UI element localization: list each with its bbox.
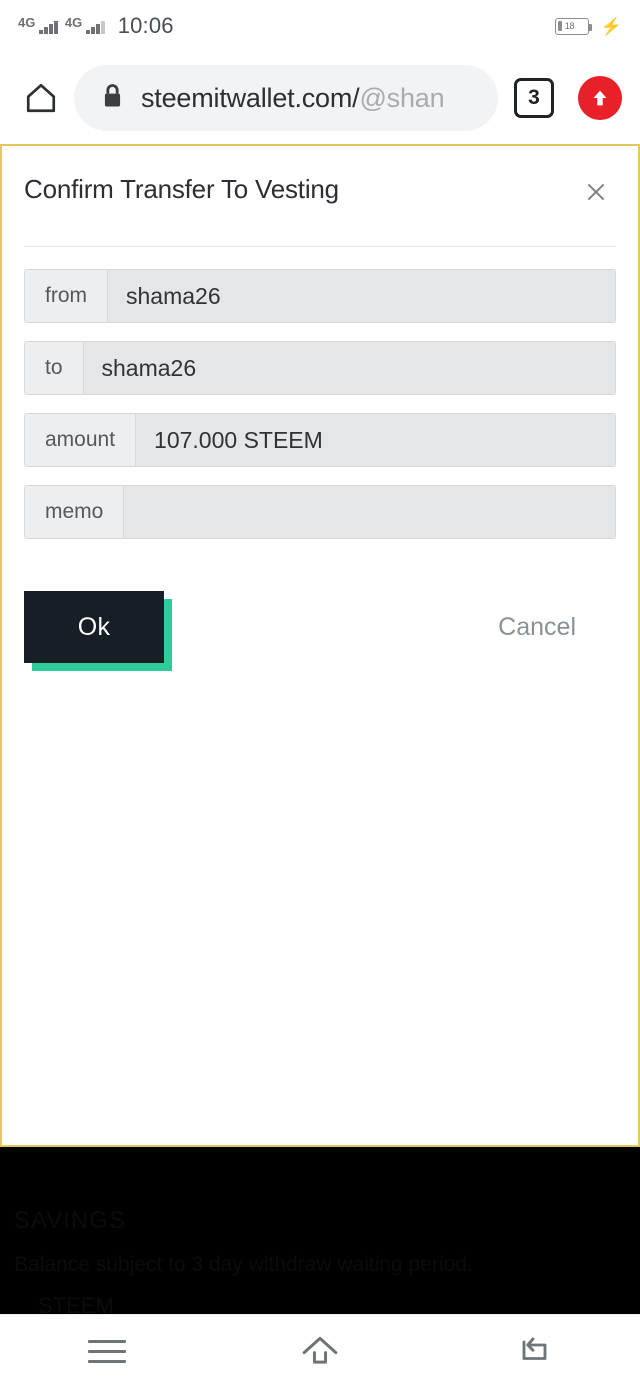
url-bar[interactable]: steemitwallet.com/@shan [74,65,498,131]
close-icon [587,183,605,201]
signal-bars-sim2 [86,19,105,34]
browser-toolbar: steemitwallet.com/@shan 3 [0,52,640,144]
upload-arrow-icon [593,90,607,106]
tab-counter-button[interactable]: 3 [514,78,554,118]
savings-item-steem: STEEM [38,1293,114,1314]
ok-button[interactable]: Ok [24,591,164,663]
dialog-actions: Ok Cancel [24,591,616,673]
android-navigation-bar [0,1314,640,1387]
field-to: to shama26 [24,341,616,395]
battery-percent-label: 18 [564,21,575,31]
battery-icon: 18 [554,17,592,35]
field-from-value[interactable]: shama26 [108,270,615,322]
field-memo-label: memo [25,486,125,538]
menu-icon [87,1339,126,1363]
signal-indicator-sim1: 4G [18,14,58,34]
field-to-value[interactable]: shama26 [83,342,615,394]
ok-button-wrapper: Ok [24,591,172,671]
url-path: @shan [359,82,445,113]
close-dialog-button[interactable] [576,172,616,212]
url-text: steemitwallet.com/@shan [141,82,445,114]
status-bar: 4G 4G 10:06 18 ⚡ [0,0,640,52]
field-from-label: from [25,270,108,322]
signal-bars-sim1 [39,19,58,34]
battery-fill [557,21,562,31]
field-to-label: to [25,342,84,394]
signal-indicator-sim2: 4G [64,14,105,34]
savings-description: Balance subject to 3 day withdraw waitin… [14,1253,473,1276]
field-amount-label: amount [25,414,137,466]
background-content: SAVINGS Balance subject to 3 day withdra… [0,1147,640,1314]
home-outline-icon [302,1336,338,1364]
back-arrow-icon [522,1337,547,1360]
browser-home-button[interactable] [18,75,64,121]
lock-icon [100,82,125,115]
dialog-header: Confirm Transfer To Vesting [24,172,616,212]
field-from: from shama26 [24,269,616,323]
share-upload-button[interactable] [578,76,622,120]
url-domain: steemitwallet.com/ [141,82,360,113]
dialog-title: Confirm Transfer To Vesting [24,174,339,204]
nav-back-button[interactable] [488,1315,578,1387]
savings-heading: SAVINGS [14,1207,126,1234]
network-type-label-sim1: 4G [18,14,36,30]
status-bar-clock: 10:06 [117,13,174,38]
field-memo: memo [24,485,616,539]
field-amount: amount 107.000 STEEM [24,413,616,467]
status-bar-right: 18 ⚡ [554,16,622,36]
dialog-divider [24,246,616,247]
field-memo-value[interactable] [124,486,615,538]
status-bar-left: 4G 4G 10:06 [18,13,174,39]
field-amount-value[interactable]: 107.000 STEEM [136,414,615,466]
webpage-viewport: Confirm Transfer To Vesting from shama26… [0,144,640,1147]
charging-bolt-icon: ⚡ [600,16,622,36]
confirm-transfer-dialog: Confirm Transfer To Vesting from shama26… [2,146,638,673]
cancel-button[interactable]: Cancel [498,613,576,642]
network-type-label-sim2: 4G [64,14,83,30]
home-icon [26,83,56,113]
nav-home-button[interactable] [275,1315,365,1387]
phone-screen: 4G 4G 10:06 18 ⚡ steemitwallet.com/@shan… [0,0,640,1387]
dimmed-page-background: SAVINGS Balance subject to 3 day withdra… [0,1147,640,1314]
nav-menu-button[interactable] [62,1315,152,1387]
